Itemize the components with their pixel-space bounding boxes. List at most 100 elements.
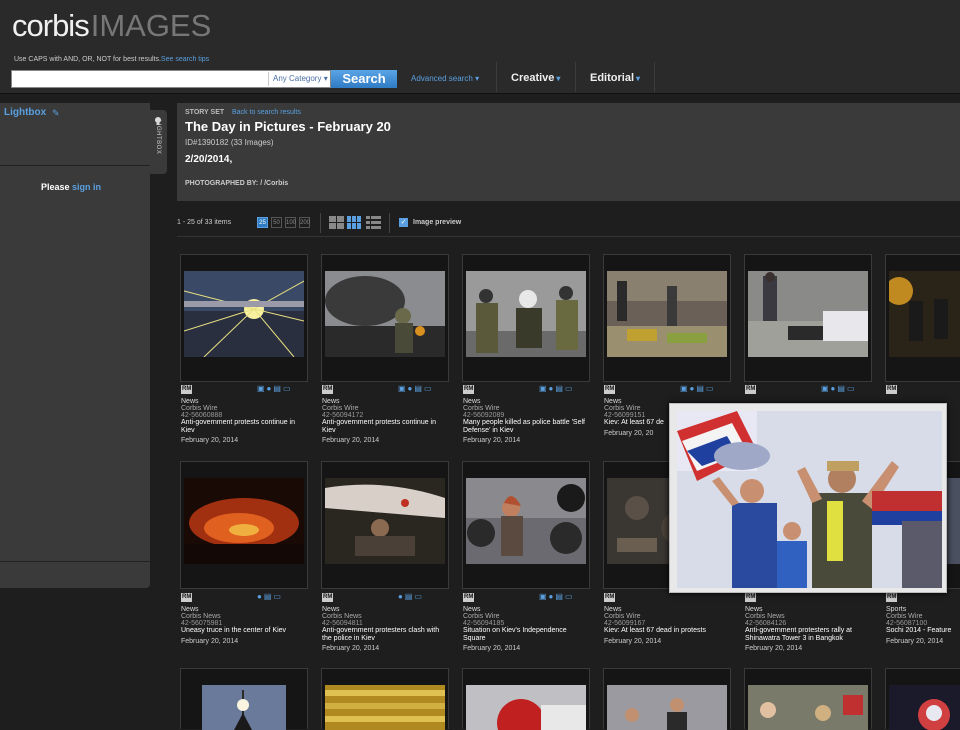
- tile-date: February 20, 2014: [322, 645, 380, 652]
- rights-badge: RM: [181, 593, 193, 602]
- tile-caption[interactable]: Anti-government protests continue in Kie…: [322, 419, 450, 434]
- tile-date: February 20, 20: [604, 430, 654, 437]
- lightbox-panel: Lightbox ✎ Please sign in: [0, 103, 150, 588]
- image-preview-checkbox[interactable]: ✓: [399, 218, 408, 227]
- category-select[interactable]: Any Category ▾: [268, 72, 330, 86]
- search-input[interactable]: [12, 71, 267, 87]
- page-title: The Day in Pictures - February 20: [185, 119, 391, 134]
- tile-date: February 20, 2014: [463, 437, 521, 444]
- photo-thumbnail[interactable]: [607, 271, 727, 357]
- thumbnail-tile[interactable]: [744, 254, 872, 382]
- tile-caption[interactable]: Uneasy truce in the center of Kiev: [181, 627, 309, 635]
- photo-thumbnail[interactable]: [325, 685, 445, 730]
- thumbnail-tile[interactable]: [462, 668, 590, 730]
- thumbnail-tile[interactable]: [321, 668, 449, 730]
- tile-caption[interactable]: Sochi 2014 - Feature: [886, 627, 960, 635]
- divider: [0, 561, 150, 562]
- photo-thumbnail[interactable]: [466, 685, 586, 730]
- photo-thumbnail[interactable]: [325, 271, 445, 357]
- image-preview-popup: [669, 403, 947, 593]
- nav-creative[interactable]: Creative ▾: [511, 72, 560, 84]
- lightbox-tab-label: LIGHTBOX: [155, 120, 161, 155]
- nav-creative-label: Creative: [511, 72, 555, 84]
- thumbnail-tile[interactable]: [885, 254, 960, 382]
- photo-thumbnail[interactable]: [325, 478, 445, 564]
- nav-editorial-label: Editorial: [590, 72, 635, 84]
- nav-editorial[interactable]: Editorial ▾: [590, 72, 640, 84]
- photo-thumbnail[interactable]: [466, 478, 586, 564]
- thumbnail-tile[interactable]: [462, 461, 590, 589]
- tile-action-icons[interactable]: ●▤▭: [257, 593, 283, 601]
- back-to-results-link[interactable]: Back to search results: [232, 109, 301, 116]
- thumbnail-tile[interactable]: [180, 254, 308, 382]
- chevron-down-icon: ▾: [636, 74, 641, 83]
- photo-thumbnail[interactable]: [466, 271, 586, 357]
- grid-medium-icon[interactable]: [347, 216, 362, 230]
- tile-action-icons[interactable]: ▣●▤▭: [398, 385, 434, 393]
- thumbnail-tile[interactable]: [180, 461, 308, 589]
- photo-thumbnail[interactable]: [607, 685, 727, 730]
- photo-thumbnail[interactable]: [748, 685, 868, 730]
- grid-large-icon[interactable]: [329, 216, 344, 230]
- thumbnail-tile[interactable]: [885, 668, 960, 730]
- rights-badge: RM: [463, 593, 475, 602]
- tile-action-icons[interactable]: ●▤▭: [398, 593, 424, 601]
- tile-date: February 20, 2014: [181, 638, 239, 645]
- chevron-down-icon: ▾: [323, 74, 328, 83]
- rights-badge: RM: [604, 385, 616, 394]
- toolbar-divider: [389, 213, 390, 233]
- tile-action-icons[interactable]: ▣●▤▭: [680, 385, 716, 393]
- tile-caption[interactable]: Many people killed as police battle 'Sel…: [463, 419, 591, 434]
- tile-caption[interactable]: Situation on Kiev's Independence Square: [463, 627, 591, 642]
- results-toolbar: 1 - 25 of 33 items 25 50 100 200 ✓ Image…: [177, 209, 960, 237]
- advanced-search-link[interactable]: Advanced search ▾: [411, 74, 479, 83]
- edit-icon[interactable]: ✎: [52, 108, 60, 119]
- nav-divider: [654, 62, 655, 92]
- logo-images: IMAGES: [90, 8, 212, 43]
- photo-thumbnail[interactable]: [184, 685, 304, 730]
- tile-caption[interactable]: Anti-government protests continue in Kie…: [181, 419, 309, 434]
- rights-badge: RM: [886, 593, 898, 602]
- rights-badge: RM: [322, 385, 334, 394]
- page-size-25[interactable]: 25: [257, 217, 268, 228]
- rights-badge: RM: [745, 593, 757, 602]
- thumbnail-tile[interactable]: [603, 668, 731, 730]
- photo-thumbnail[interactable]: [748, 271, 868, 357]
- search-button[interactable]: Search: [331, 70, 397, 88]
- chevron-down-icon: ▾: [475, 74, 480, 83]
- tile-caption[interactable]: Anti-government protesters rally at Shin…: [745, 627, 873, 642]
- tile-caption[interactable]: Anti-government protesters clash with th…: [322, 627, 450, 642]
- photo-thumbnail[interactable]: [184, 478, 304, 564]
- thumbnail-tile[interactable]: [321, 461, 449, 589]
- tile-caption[interactable]: Kiev: At least 67 dead in protests: [604, 627, 732, 635]
- tile-action-icons[interactable]: ▣●▤▭: [257, 385, 293, 393]
- page-size-200[interactable]: 200: [299, 217, 310, 228]
- category-label: Any Category: [273, 74, 322, 83]
- thumbnail-tile[interactable]: [180, 668, 308, 730]
- thumbnail-tile[interactable]: [744, 668, 872, 730]
- rights-badge: RM: [745, 385, 757, 394]
- photo-thumbnail[interactable]: [889, 271, 960, 357]
- list-view-icon[interactable]: [366, 216, 381, 230]
- search-tips-link[interactable]: See search tips: [161, 56, 209, 63]
- sign-in-link[interactable]: sign in: [72, 182, 101, 192]
- page-size-50[interactable]: 50: [271, 217, 282, 228]
- story-set-label: STORY SET: [185, 109, 225, 116]
- photo-thumbnail[interactable]: [184, 271, 304, 357]
- preview-image: [677, 411, 942, 588]
- thumbnail-tile[interactable]: [321, 254, 449, 382]
- corbis-logo[interactable]: corbisIMAGES: [12, 8, 211, 44]
- story-id: ID#1390182 (33 Images): [185, 138, 274, 147]
- page-size-100[interactable]: 100: [285, 217, 296, 228]
- rights-badge: RM: [886, 385, 898, 394]
- logo-brand: corbis: [12, 8, 90, 43]
- photo-thumbnail[interactable]: [889, 685, 960, 730]
- lightbox-title[interactable]: Lightbox: [4, 107, 46, 118]
- thumbnail-tile[interactable]: [603, 254, 731, 382]
- thumbnail-tile[interactable]: [462, 254, 590, 382]
- tile-action-icons[interactable]: ▣●▤▭: [539, 385, 575, 393]
- tile-action-icons[interactable]: ▣●▤▭: [821, 385, 857, 393]
- toolbar-divider: [320, 213, 321, 233]
- tile-action-icons[interactable]: ▣●▤▭: [539, 593, 575, 601]
- sign-in-prompt: Please sign in: [41, 182, 101, 192]
